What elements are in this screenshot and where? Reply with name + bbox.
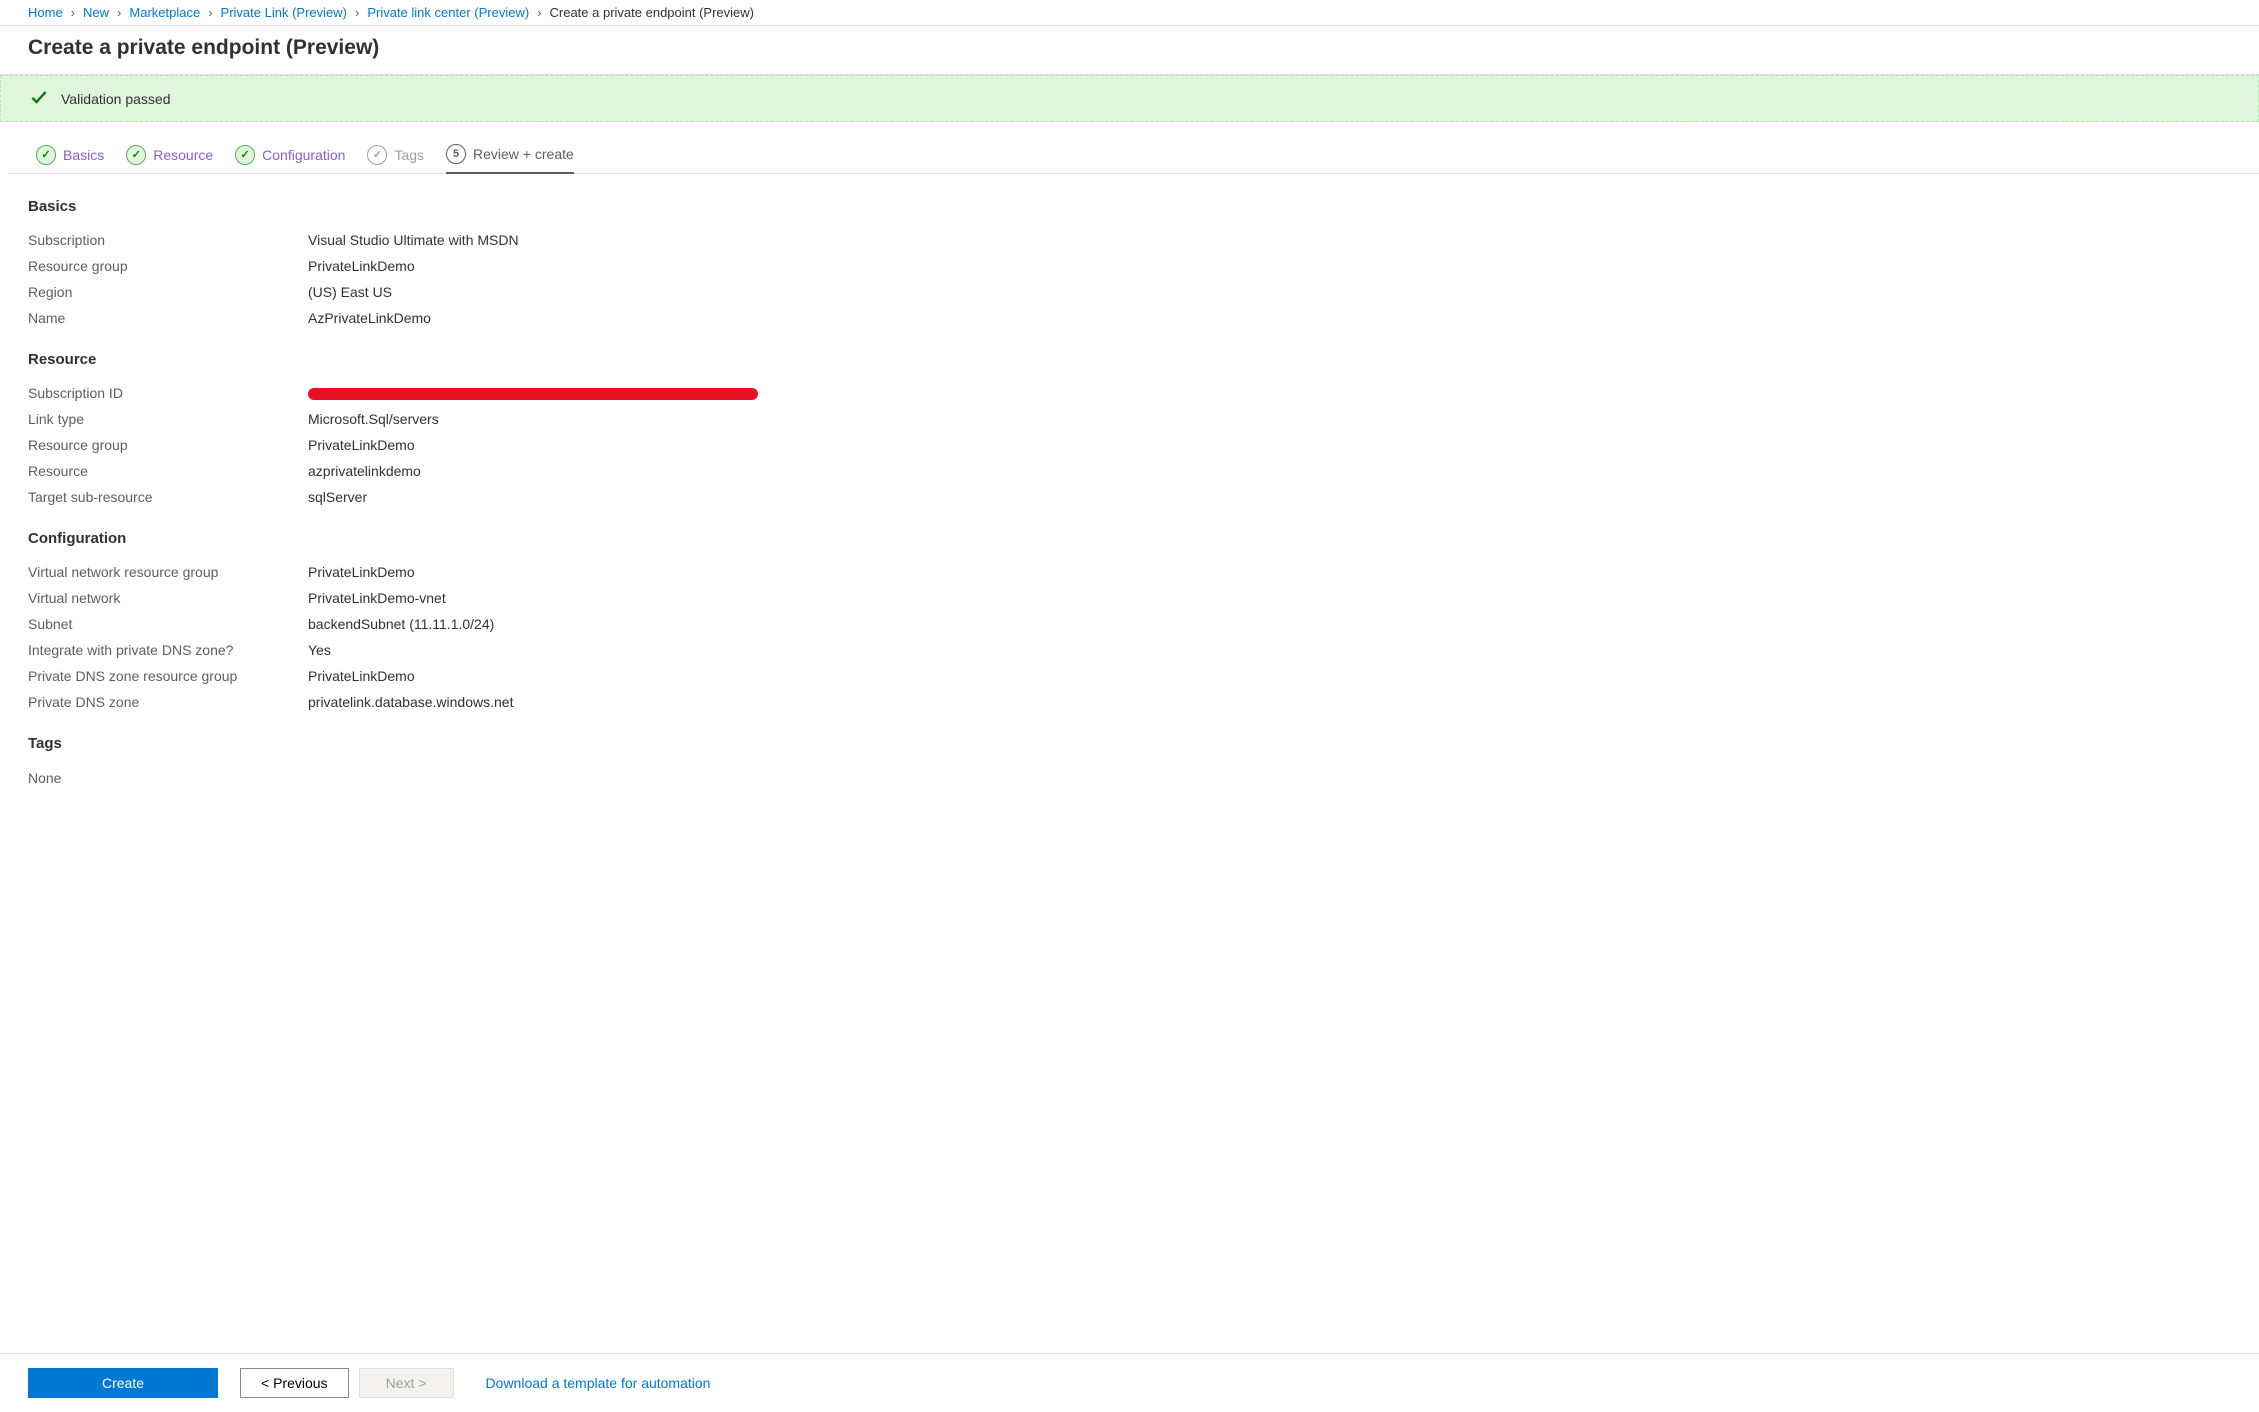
breadcrumb-new[interactable]: New bbox=[83, 5, 109, 20]
chevron-right-icon: › bbox=[71, 5, 75, 20]
row-dns-zone-rg: Private DNS zone resource group PrivateL… bbox=[28, 663, 2231, 689]
tab-label: Review + create bbox=[473, 146, 574, 162]
checkmark-icon: ✓ bbox=[235, 145, 255, 165]
checkmark-icon: ✓ bbox=[367, 145, 387, 165]
tab-tags[interactable]: ✓ Tags bbox=[367, 145, 424, 173]
validation-message: Validation passed bbox=[61, 91, 170, 107]
row-resource-group-2: Resource group PrivateLinkDemo bbox=[28, 432, 2231, 458]
value: PrivateLinkDemo bbox=[308, 258, 415, 274]
label: Subscription ID bbox=[28, 385, 308, 401]
download-template-link[interactable]: Download a template for automation bbox=[486, 1375, 711, 1391]
row-dns-zone: Private DNS zone privatelink.database.wi… bbox=[28, 689, 2231, 715]
value: sqlServer bbox=[308, 489, 367, 505]
value: (US) East US bbox=[308, 284, 392, 300]
label: Resource bbox=[28, 463, 308, 479]
review-content: Basics Subscription Visual Studio Ultima… bbox=[0, 174, 2259, 846]
chevron-right-icon: › bbox=[537, 5, 541, 20]
chevron-right-icon: › bbox=[117, 5, 121, 20]
label: Resource group bbox=[28, 258, 308, 274]
chevron-right-icon: › bbox=[355, 5, 359, 20]
wizard-tabs: ✓ Basics ✓ Resource ✓ Configuration ✓ Ta… bbox=[8, 122, 2259, 174]
label: Link type bbox=[28, 411, 308, 427]
label: Subscription bbox=[28, 232, 308, 248]
checkmark-icon: ✓ bbox=[126, 145, 146, 165]
page-title: Create a private endpoint (Preview) bbox=[0, 26, 2259, 75]
value: PrivateLinkDemo-vnet bbox=[308, 590, 446, 606]
breadcrumb-private-link-center[interactable]: Private link center (Preview) bbox=[367, 5, 529, 20]
label: Resource group bbox=[28, 437, 308, 453]
row-name: Name AzPrivateLinkDemo bbox=[28, 305, 2231, 331]
next-button: Next > bbox=[359, 1368, 454, 1398]
value: azprivatelinkdemo bbox=[308, 463, 421, 479]
checkmark-icon: ✓ bbox=[36, 145, 56, 165]
row-region: Region (US) East US bbox=[28, 279, 2231, 305]
value: Visual Studio Ultimate with MSDN bbox=[308, 232, 519, 248]
breadcrumb-current: Create a private endpoint (Preview) bbox=[550, 5, 755, 20]
value: Yes bbox=[308, 642, 331, 658]
row-resource: Resource azprivatelinkdemo bbox=[28, 458, 2231, 484]
label: Region bbox=[28, 284, 308, 300]
value: PrivateLinkDemo bbox=[308, 564, 415, 580]
label: Private DNS zone resource group bbox=[28, 668, 308, 684]
row-subscription-id: Subscription ID bbox=[28, 380, 2231, 406]
breadcrumb: Home › New › Marketplace › Private Link … bbox=[0, 0, 2259, 26]
label: Target sub-resource bbox=[28, 489, 308, 505]
row-integrate-dns: Integrate with private DNS zone? Yes bbox=[28, 637, 2231, 663]
section-heading-tags: Tags bbox=[28, 735, 2231, 752]
nav-button-group: < Previous Next > bbox=[240, 1368, 454, 1398]
row-subnet: Subnet backendSubnet (11.11.1.0/24) bbox=[28, 611, 2231, 637]
row-vnet: Virtual network PrivateLinkDemo-vnet bbox=[28, 585, 2231, 611]
tab-label: Resource bbox=[153, 147, 213, 163]
value: privatelink.database.windows.net bbox=[308, 694, 513, 710]
chevron-right-icon: › bbox=[208, 5, 212, 20]
value: backendSubnet (11.11.1.0/24) bbox=[308, 616, 494, 632]
tab-review-create[interactable]: 5 Review + create bbox=[446, 144, 574, 174]
label: Virtual network resource group bbox=[28, 564, 308, 580]
label: Integrate with private DNS zone? bbox=[28, 642, 308, 658]
step-number-icon: 5 bbox=[446, 144, 466, 164]
row-vnet-rg: Virtual network resource group PrivateLi… bbox=[28, 559, 2231, 585]
checkmark-icon bbox=[29, 87, 49, 110]
label: Private DNS zone bbox=[28, 694, 308, 710]
value: AzPrivateLinkDemo bbox=[308, 310, 431, 326]
breadcrumb-home[interactable]: Home bbox=[28, 5, 63, 20]
section-heading-resource: Resource bbox=[28, 351, 2231, 368]
section-heading-basics: Basics bbox=[28, 198, 2231, 215]
section-heading-configuration: Configuration bbox=[28, 530, 2231, 547]
label: Name bbox=[28, 310, 308, 326]
wizard-footer: Create < Previous Next > Download a temp… bbox=[0, 1353, 2259, 1412]
value-redacted bbox=[308, 385, 758, 401]
breadcrumb-marketplace[interactable]: Marketplace bbox=[129, 5, 200, 20]
tags-none-label: None bbox=[28, 764, 2231, 786]
tab-label: Tags bbox=[394, 147, 424, 163]
tab-configuration[interactable]: ✓ Configuration bbox=[235, 145, 345, 173]
validation-banner: Validation passed bbox=[0, 75, 2259, 122]
label: Subnet bbox=[28, 616, 308, 632]
breadcrumb-private-link[interactable]: Private Link (Preview) bbox=[221, 5, 347, 20]
value: PrivateLinkDemo bbox=[308, 668, 415, 684]
tab-label: Configuration bbox=[262, 147, 345, 163]
value: PrivateLinkDemo bbox=[308, 437, 415, 453]
row-subscription: Subscription Visual Studio Ultimate with… bbox=[28, 227, 2231, 253]
tab-resource[interactable]: ✓ Resource bbox=[126, 145, 213, 173]
create-button[interactable]: Create bbox=[28, 1368, 218, 1398]
row-link-type: Link type Microsoft.Sql/servers bbox=[28, 406, 2231, 432]
label: Virtual network bbox=[28, 590, 308, 606]
tab-label: Basics bbox=[63, 147, 104, 163]
row-resource-group: Resource group PrivateLinkDemo bbox=[28, 253, 2231, 279]
tab-basics[interactable]: ✓ Basics bbox=[36, 145, 104, 173]
previous-button[interactable]: < Previous bbox=[240, 1368, 349, 1398]
row-target-sub-resource: Target sub-resource sqlServer bbox=[28, 484, 2231, 510]
value: Microsoft.Sql/servers bbox=[308, 411, 439, 427]
